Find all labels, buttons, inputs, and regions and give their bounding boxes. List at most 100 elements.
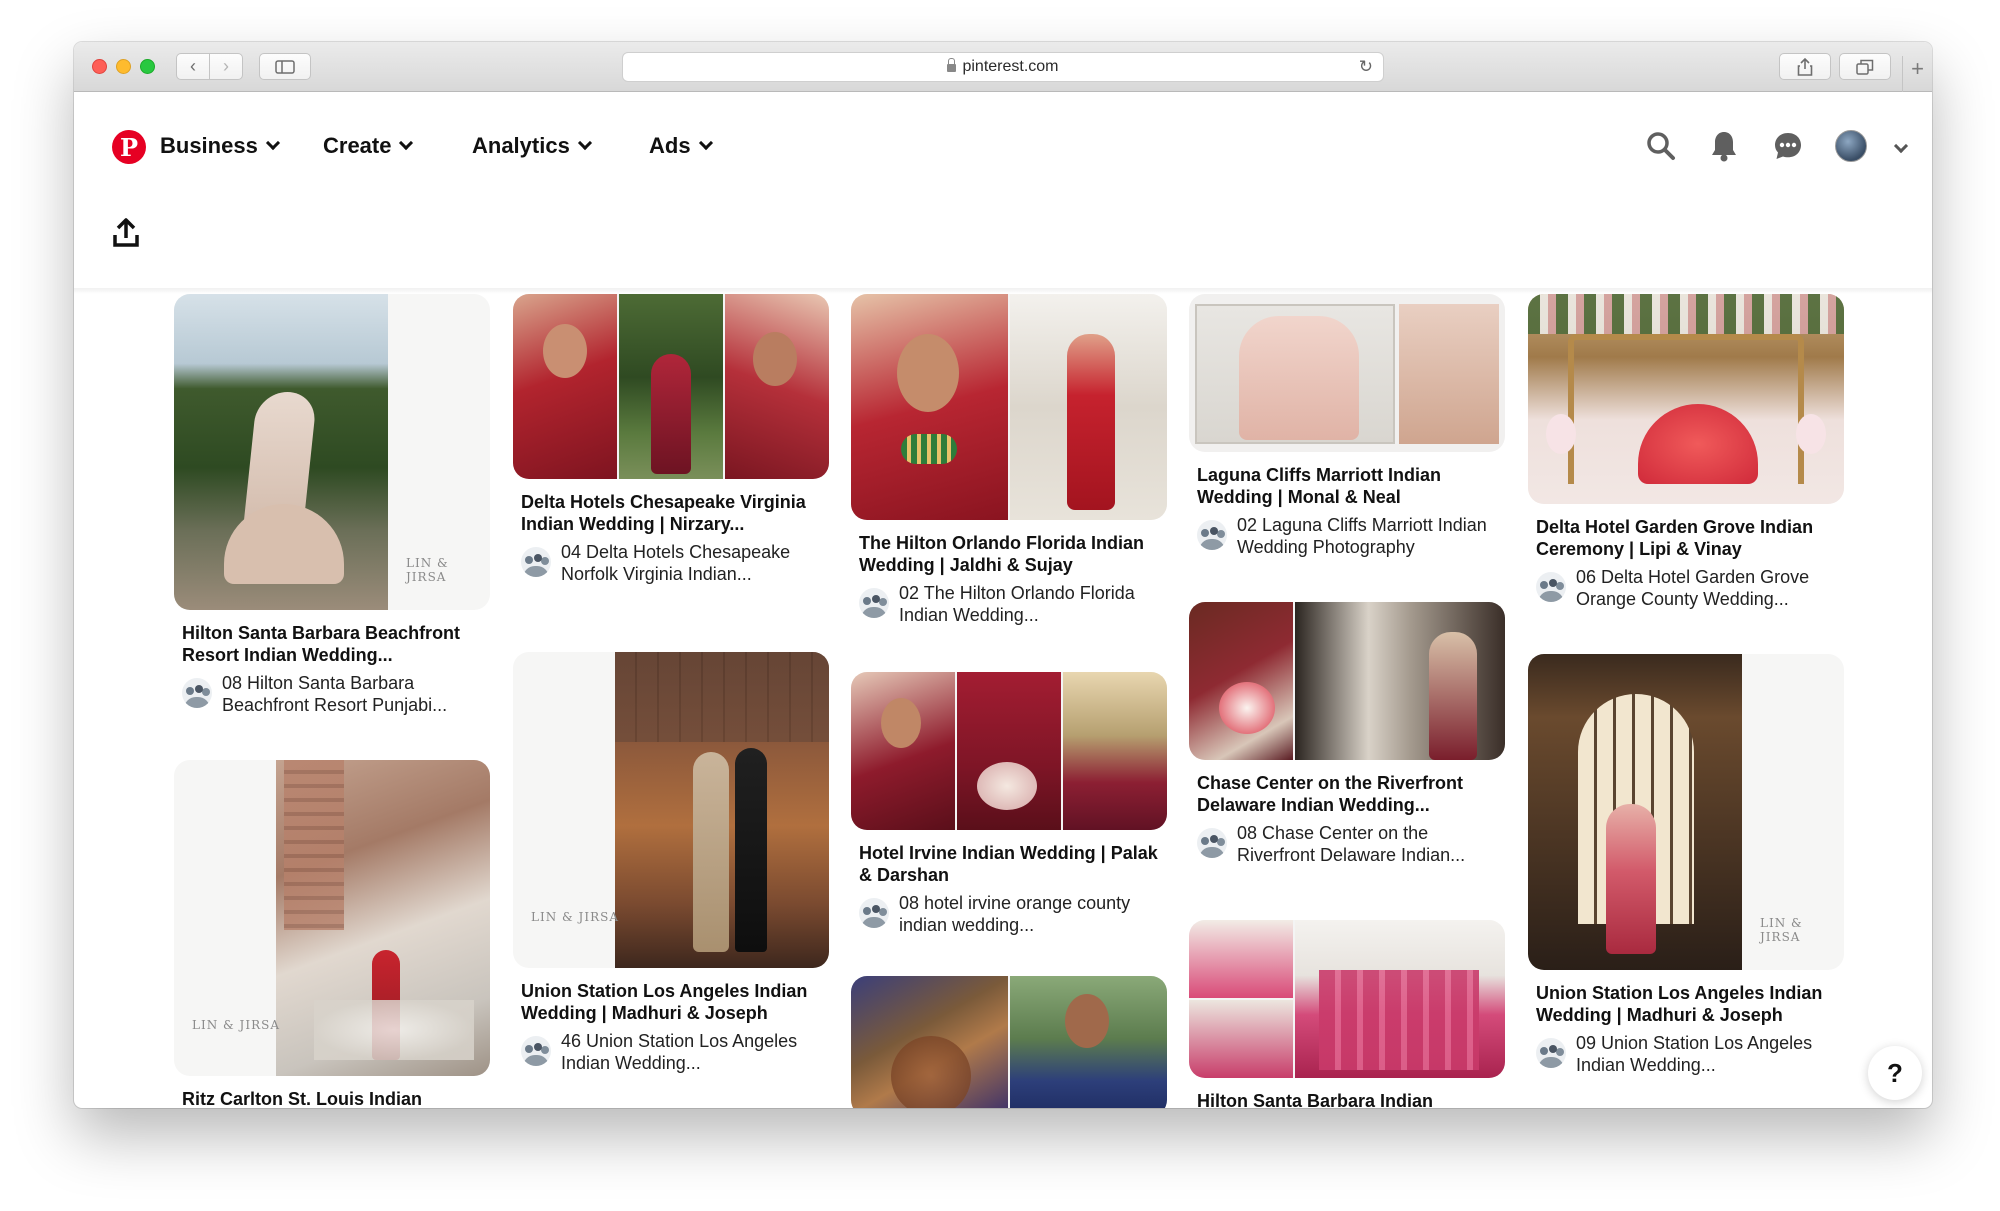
pin-title[interactable]: The Hilton Orlando Florida Indian Weddin… (859, 532, 1159, 576)
sidebar-toggle-button[interactable] (259, 53, 311, 80)
pinner-avatar[interactable] (521, 547, 551, 577)
pin-image[interactable]: LIN & JIRSA (174, 760, 490, 1076)
pin-card[interactable]: Hotel Irvine Indian Wedding | Palak & Da… (851, 672, 1167, 936)
pin-image[interactable]: LIN & JIRSA (1528, 654, 1844, 970)
account-button[interactable] (1834, 129, 1868, 163)
pin-title[interactable]: Hilton Santa Barbara Beachfront Resort I… (182, 622, 482, 666)
pin-title[interactable]: Union Station Los Angeles Indian Wedding… (521, 980, 821, 1024)
pin-card[interactable]: Delta Hotel Garden Grove Indian Ceremony… (1528, 294, 1844, 610)
pin-meta: 02 Laguna Cliffs Marriott Indian Wedding… (1197, 514, 1497, 558)
pin-title[interactable]: Delta Hotel Garden Grove Indian Ceremony… (1536, 516, 1836, 560)
pin-image[interactable]: LIN & JIRSA (513, 652, 829, 968)
notifications-button[interactable] (1707, 129, 1741, 163)
nav-item-label: Business (160, 133, 258, 158)
pinner-avatar[interactable] (1197, 828, 1227, 858)
pin-title[interactable]: Chase Center on the Riverfront Delaware … (1197, 772, 1497, 816)
pin-card[interactable]: Chase Center on the Riverfront Delaware … (1189, 602, 1505, 866)
pin-meta: 06 Delta Hotel Garden Grove Orange Count… (1536, 566, 1836, 610)
pin-description: 09 Union Station Los Angeles Indian Wedd… (1576, 1033, 1813, 1075)
pinner-avatar[interactable] (521, 1036, 551, 1066)
pin-meta: 08 Hilton Santa Barbara Beachfront Resor… (182, 672, 482, 716)
back-button[interactable]: ‹ (176, 53, 210, 80)
pin-description: 02 The Hilton Orlando Florida Indian Wed… (899, 583, 1135, 625)
pin-title[interactable]: Delta Hotels Chesapeake Virginia Indian … (521, 491, 821, 535)
pin-card[interactable]: Hilton Santa Barbara Indian (1189, 920, 1505, 1108)
pin-image[interactable] (851, 294, 1167, 520)
avatar (1835, 130, 1867, 162)
chevron-down-icon (265, 135, 280, 151)
chevron-down-icon (399, 135, 414, 151)
pin-title[interactable]: Laguna Cliffs Marriott Indian Wedding | … (1197, 464, 1497, 508)
pin-meta: 46 Union Station Los Angeles Indian Wedd… (521, 1030, 821, 1074)
reload-icon[interactable]: ↻ (1359, 57, 1373, 77)
pinterest-header: P Business Create Analytics Ads (74, 93, 1932, 247)
pin-image[interactable] (513, 294, 829, 479)
nav-item-label: Analytics (472, 133, 570, 158)
pinner-avatar[interactable] (859, 588, 889, 618)
pin-description: 04 Delta Hotels Chesapeake Norfolk Virgi… (561, 542, 791, 584)
messages-button[interactable] (1771, 129, 1805, 163)
chevron-right-icon: › (223, 56, 229, 76)
pin-image[interactable] (851, 672, 1167, 830)
minimize-window-button[interactable] (116, 59, 131, 74)
help-button[interactable]: ? (1868, 1046, 1922, 1100)
nav-item-label: Create (323, 133, 392, 158)
watermark-text: LIN & JIRSA (406, 556, 449, 584)
bell-icon (1712, 132, 1736, 162)
pin-card[interactable]: LIN & JIRSA Union Station Los Angeles In… (513, 652, 829, 1074)
pin-image[interactable]: LIN & JIRSA (174, 294, 490, 610)
watermark-text: LIN & JIRSA (531, 910, 619, 924)
forward-button[interactable]: › (209, 53, 243, 80)
tabs-icon (1856, 59, 1874, 75)
chevron-down-icon (577, 135, 592, 151)
pinner-avatar[interactable] (1197, 520, 1227, 550)
pin-title[interactable]: Hotel Irvine Indian Wedding | Palak & Da… (859, 842, 1159, 886)
pinner-avatar[interactable] (182, 678, 212, 708)
pin-image[interactable] (1189, 602, 1505, 760)
pin-card[interactable]: LIN & JIRSA Ritz Carlton St. Louis India… (174, 760, 490, 1108)
pin-meta: 09 Union Station Los Angeles Indian Wedd… (1536, 1032, 1836, 1076)
pinterest-logo-icon[interactable]: P (112, 130, 146, 164)
lock-icon (947, 58, 957, 72)
pin-card[interactable]: LIN & JIRSA Union Station Los Angeles In… (1528, 654, 1844, 1076)
pin-image[interactable] (1189, 920, 1505, 1078)
nav-create-menu[interactable]: Create (323, 133, 414, 159)
pin-card[interactable]: Delta Hotels Chesapeake Virginia Indian … (513, 294, 829, 585)
browser-window: ‹ › pinterest.com ↻ + P Business Create … (74, 42, 1932, 1108)
zoom-window-button[interactable] (140, 59, 155, 74)
chat-bubble-icon (1775, 133, 1801, 159)
pin-card[interactable] (851, 976, 1167, 1108)
pin-title[interactable]: Ritz Carlton St. Louis Indian (182, 1088, 482, 1108)
nav-ads-menu[interactable]: Ads (649, 133, 713, 159)
pin-meta: 02 The Hilton Orlando Florida Indian Wed… (859, 582, 1159, 626)
pin-title[interactable]: Hilton Santa Barbara Indian (1197, 1090, 1497, 1108)
upload-icon (113, 218, 139, 247)
pinner-avatar[interactable] (1536, 572, 1566, 602)
pinner-avatar[interactable] (859, 898, 889, 928)
chevron-down-icon[interactable] (1893, 138, 1909, 154)
pin-card[interactable]: The Hilton Orlando Florida Indian Weddin… (851, 294, 1167, 626)
upload-button[interactable] (112, 218, 142, 252)
nav-business-menu[interactable]: Business (160, 133, 280, 159)
nav-item-label: Ads (649, 133, 691, 158)
pin-meta: 08 Chase Center on the Riverfront Delawa… (1197, 822, 1497, 866)
new-tab-button[interactable]: + (1902, 56, 1932, 92)
pin-card[interactable]: Laguna Cliffs Marriott Indian Wedding | … (1189, 294, 1505, 558)
pin-description: 06 Delta Hotel Garden Grove Orange Count… (1576, 567, 1810, 609)
pin-image[interactable] (851, 976, 1167, 1108)
search-icon (1647, 132, 1675, 160)
browser-toolbar: ‹ › pinterest.com ↻ + (74, 42, 1932, 92)
share-button[interactable] (1779, 53, 1831, 80)
pin-image[interactable] (1528, 294, 1844, 504)
search-button[interactable] (1644, 129, 1678, 163)
pin-card[interactable]: LIN & JIRSA Hilton Santa Barbara Beachfr… (174, 294, 490, 716)
pinner-avatar[interactable] (1536, 1038, 1566, 1068)
nav-analytics-menu[interactable]: Analytics (472, 133, 592, 159)
close-window-button[interactable] (92, 59, 107, 74)
address-url: pinterest.com (962, 58, 1059, 75)
pin-title[interactable]: Union Station Los Angeles Indian Wedding… (1536, 982, 1836, 1026)
sidebar-icon (275, 59, 295, 74)
address-bar[interactable]: pinterest.com ↻ (622, 52, 1384, 82)
show-tabs-button[interactable] (1839, 53, 1891, 80)
pin-image[interactable] (1189, 294, 1505, 452)
